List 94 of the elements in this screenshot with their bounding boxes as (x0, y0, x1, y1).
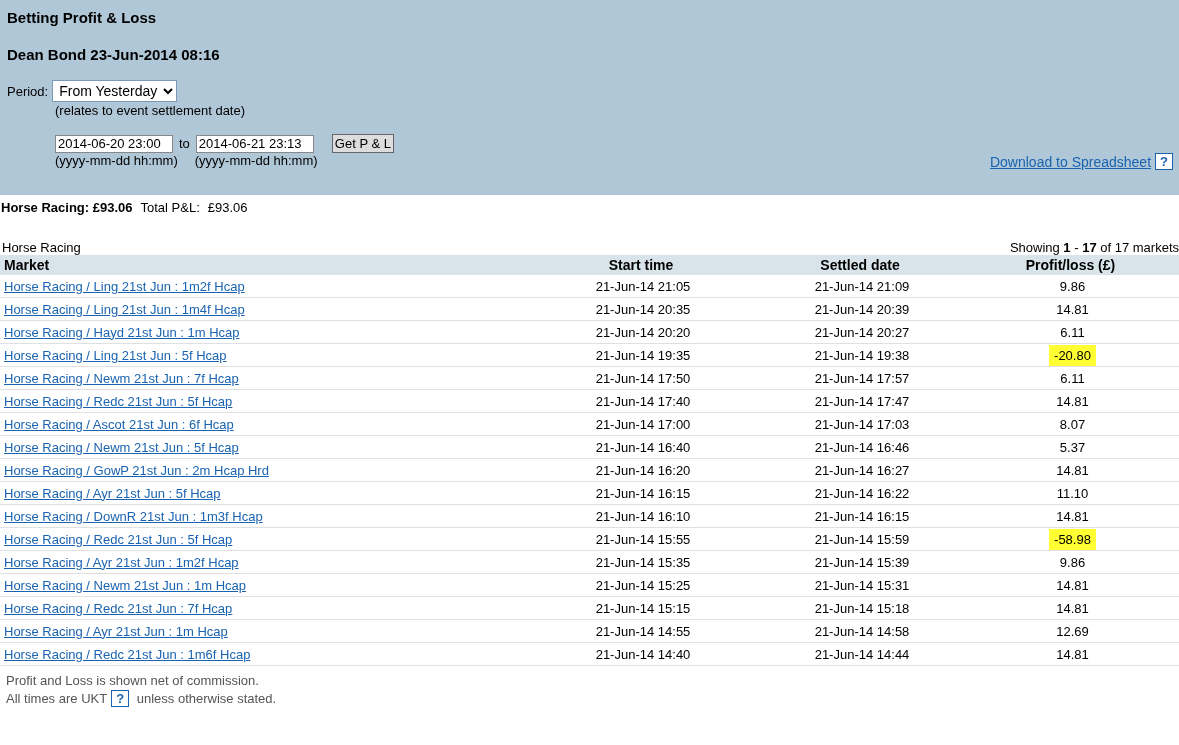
market-link[interactable]: Horse Racing / Ayr 21st Jun : 5f Hcap (4, 485, 221, 501)
start-time: 21-Jun-14 17:50 (595, 370, 691, 386)
results-count: Showing 1 - 17 of 17 markets (1009, 240, 1179, 255)
profit-loss-value: 14.81 (1055, 599, 1090, 618)
column-header: Settled date (820, 257, 900, 273)
settled-date: 21-Jun-14 20:27 (814, 324, 910, 340)
start-time: 21-Jun-14 15:25 (595, 577, 691, 593)
profit-loss-value: 14.81 (1055, 392, 1090, 411)
profit-loss-value: 9.86 (1058, 277, 1087, 296)
market-link[interactable]: Horse Racing / DownR 21st Jun : 1m3f Hcap (4, 508, 263, 524)
start-time: 21-Jun-14 20:35 (595, 301, 691, 317)
profit-loss-value: 9.86 (1058, 553, 1087, 572)
from-date-field[interactable]: 2014-06-20 23:00 (55, 134, 173, 153)
market-link[interactable]: Horse Racing / Redc 21st Jun : 7f Hcap (4, 600, 233, 616)
market-link[interactable]: Horse Racing / Redc 21st Jun : 5f Hcap (4, 393, 233, 409)
profit-loss-value: 14.81 (1055, 645, 1090, 664)
market-link[interactable]: Horse Racing / Newm 21st Jun : 1m Hcap (4, 577, 247, 593)
download-link[interactable]: Download to Spreadsheet (989, 153, 1152, 170)
market-link[interactable]: Horse Racing / GowP 21st Jun : 2m Hcap Hrd (4, 462, 269, 478)
settled-date: 21-Jun-14 16:15 (814, 508, 910, 524)
to-label: to (179, 136, 190, 151)
settled-date: 21-Jun-14 15:18 (814, 600, 910, 616)
market-link[interactable]: Horse Racing / Ascot 21st Jun : 6f Hcap (4, 416, 234, 432)
market-link[interactable]: Horse Racing / Newm 21st Jun : 7f Hcap (4, 370, 239, 386)
settled-date: 21-Jun-14 17:47 (814, 393, 910, 409)
start-time: 21-Jun-14 17:40 (595, 393, 691, 409)
settled-date: 21-Jun-14 16:22 (814, 485, 910, 501)
period-note: (relates to event settlement date) (55, 103, 247, 118)
start-time: 21-Jun-14 15:35 (595, 554, 691, 570)
profit-loss-value: 12.69 (1055, 622, 1090, 641)
market-link[interactable]: Horse Racing / Redc 21st Jun : 5f Hcap (4, 531, 233, 547)
start-time: 21-Jun-14 16:15 (595, 485, 691, 501)
market-link[interactable]: Horse Racing / Ling 21st Jun : 5f Hcap (4, 347, 227, 363)
market-link[interactable]: Horse Racing / Ling 21st Jun : 1m4f Hcap (4, 301, 245, 317)
column-header: Profit/loss (£) (1025, 257, 1116, 273)
column-header: Market (4, 257, 50, 273)
start-time: 21-Jun-14 15:15 (595, 600, 691, 616)
profit-loss-value: 5.37 (1058, 438, 1087, 457)
profit-loss-value: 14.81 (1055, 461, 1090, 480)
market-link[interactable]: Horse Racing / Redc 21st Jun : 1m6f Hcap (4, 646, 251, 662)
start-time: 21-Jun-14 14:55 (595, 623, 691, 639)
profit-loss-value: 6.11 (1059, 369, 1086, 388)
market-link[interactable]: Horse Racing / Ayr 21st Jun : 1m Hcap (4, 623, 228, 639)
period-label: Period: (7, 83, 49, 99)
start-time: 21-Jun-14 17:00 (595, 416, 691, 432)
profit-loss-value: 14.81 (1055, 300, 1090, 319)
settled-date: 21-Jun-14 19:38 (814, 347, 910, 363)
profit-loss-value: 11.10 (1055, 484, 1090, 503)
table-caption: Horse Racing (2, 240, 81, 255)
profit-loss-value: 14.81 (1055, 507, 1090, 526)
total-label: Total P&L: (140, 200, 200, 217)
settled-date: 21-Jun-14 16:46 (814, 439, 910, 455)
start-time: 21-Jun-14 20:20 (595, 324, 691, 340)
get-pl-button[interactable]: Get P & L (331, 134, 394, 153)
market-link[interactable]: Horse Racing / Newm 21st Jun : 5f Hcap (4, 439, 239, 455)
profit-loss-value: 6.11 (1059, 323, 1086, 342)
settled-date: 21-Jun-14 20:39 (814, 301, 910, 317)
start-time: 21-Jun-14 16:40 (595, 439, 691, 455)
start-time: 21-Jun-14 16:20 (595, 462, 691, 478)
settled-date: 21-Jun-14 15:59 (814, 531, 910, 547)
sport-total: Horse Racing: £93.06 (1, 200, 133, 217)
market-link[interactable]: Horse Racing / Ayr 21st Jun : 1m2f Hcap (4, 554, 239, 570)
settled-date: 21-Jun-14 17:57 (814, 370, 910, 386)
timezone-note: All times are UKT (6, 691, 108, 706)
settled-date: 21-Jun-14 15:31 (814, 577, 910, 593)
account-heading: Dean Bond 23-Jun-2014 08:16 (7, 46, 221, 65)
settled-date: 21-Jun-14 14:58 (814, 623, 910, 639)
start-time: 21-Jun-14 16:10 (595, 508, 691, 524)
help-icon[interactable]: ? (111, 690, 130, 707)
settled-date: 21-Jun-14 16:27 (814, 462, 910, 478)
page-title: Betting Profit & Loss (7, 9, 158, 28)
total-value: £93.06 (207, 200, 248, 217)
market-link[interactable]: Horse Racing / Hayd 21st Jun : 1m Hcap (4, 324, 240, 340)
profit-loss-value: -20.80 (1049, 344, 1096, 366)
date-format-hint: (yyyy-mm-dd hh:mm) (194, 153, 318, 168)
profit-loss-value: 8.07 (1058, 415, 1087, 434)
help-icon[interactable]: ? (1155, 153, 1173, 170)
start-time: 21-Jun-14 15:55 (595, 531, 691, 547)
profit-loss-value: -58.98 (1049, 528, 1096, 550)
profit-loss-value: 14.81 (1055, 576, 1090, 595)
settled-date: 21-Jun-14 15:39 (814, 554, 910, 570)
settled-date: 21-Jun-14 14:44 (814, 646, 910, 662)
start-time: 21-Jun-14 14:40 (595, 646, 691, 662)
date-format-hint: (yyyy-mm-dd hh:mm) (55, 153, 178, 168)
column-header: Start time (608, 257, 674, 273)
timezone-note-end: unless otherwise stated. (136, 691, 277, 706)
start-time: 21-Jun-14 19:35 (595, 347, 691, 363)
market-link[interactable]: Horse Racing / Ling 21st Jun : 1m2f Hcap (4, 278, 245, 294)
commission-note: Profit and Loss is shown net of commission. (6, 672, 260, 690)
settled-date: 21-Jun-14 21:09 (814, 278, 910, 294)
to-date-field[interactable]: 2014-06-21 23:13 (195, 134, 314, 153)
settled-date: 21-Jun-14 17:03 (814, 416, 910, 432)
start-time: 21-Jun-14 21:05 (595, 278, 691, 294)
period-dropdown[interactable]: From Yesterday (52, 80, 178, 102)
